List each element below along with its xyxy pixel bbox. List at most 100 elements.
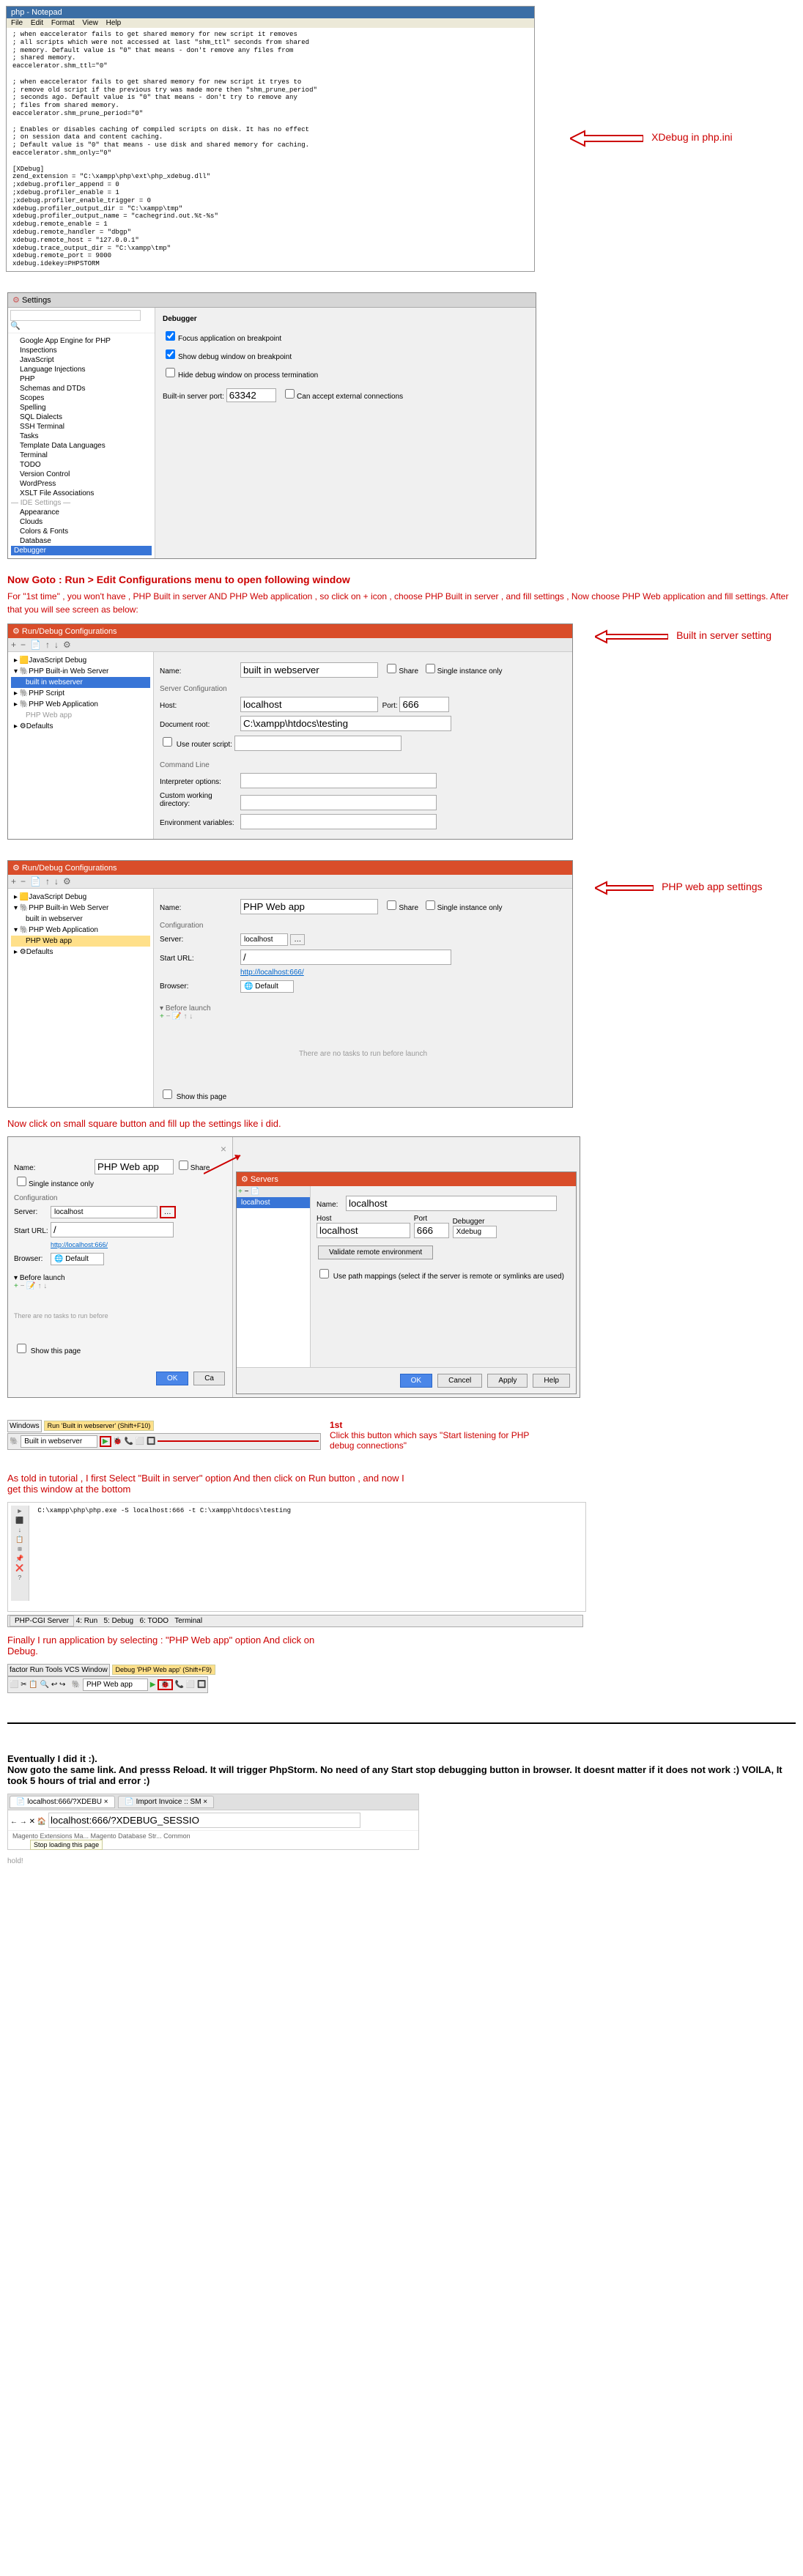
- settings-tree[interactable]: Google App Engine for PHP Inspections Ja…: [8, 333, 155, 558]
- server-select[interactable]: localhost: [240, 933, 288, 946]
- run2-run[interactable]: ▶: [150, 1681, 156, 1689]
- menu-help[interactable]: Help: [106, 19, 122, 27]
- cb-showpage[interactable]: [163, 1089, 172, 1099]
- tree-gae[interactable]: Google App Engine for PHP: [11, 336, 152, 346]
- notepad-body[interactable]: ; when eaccelerator fails to get shared …: [7, 28, 534, 271]
- host-input[interactable]: [240, 697, 378, 712]
- notepad-menu[interactable]: File Edit Format View Help: [7, 18, 534, 28]
- ide-menubar[interactable]: factor Run Tools VCS Window: [7, 1664, 110, 1676]
- address-bar[interactable]: [48, 1813, 360, 1828]
- srv-apply[interactable]: Apply: [487, 1374, 528, 1388]
- tree-defaults[interactable]: ▸ ⚙ Defaults: [11, 721, 150, 732]
- tree-db[interactable]: Database: [11, 536, 152, 546]
- interp-input[interactable]: [240, 773, 437, 788]
- browser-tabstrip[interactable]: 📄 localhost:666/?XDEBU × 📄 Import Invoic…: [8, 1794, 418, 1810]
- listen-button[interactable]: 📞: [125, 1437, 133, 1446]
- run-config-select[interactable]: Built in webserver: [21, 1435, 97, 1448]
- port-input2[interactable]: [399, 697, 449, 712]
- tree2-builtin[interactable]: built in webserver: [11, 914, 150, 925]
- tree2-phpweb[interactable]: ▾ 🐘 PHP Web Application: [11, 925, 150, 936]
- tree-vcs[interactable]: Version Control: [11, 470, 152, 479]
- settings-search[interactable]: [10, 310, 141, 321]
- run2-debug[interactable]: 🐞: [158, 1679, 172, 1690]
- tree-tasks[interactable]: Tasks: [11, 432, 152, 441]
- runcfg-tree[interactable]: ▸ 🟨 JavaScript Debug ▾ 🐘 PHP Built-in We…: [8, 652, 154, 839]
- env-input[interactable]: [240, 814, 437, 829]
- srv-name-input[interactable]: [346, 1196, 557, 1211]
- tree-sql[interactable]: SQL Dialects: [11, 412, 152, 422]
- tree-term[interactable]: Terminal: [11, 451, 152, 460]
- tab-terminal[interactable]: Terminal: [174, 1617, 202, 1625]
- menu-view[interactable]: View: [82, 19, 98, 27]
- cb-show[interactable]: [166, 349, 175, 359]
- tree-colors[interactable]: Colors & Fonts: [11, 527, 152, 536]
- tab-debug[interactable]: 5: Debug: [104, 1617, 134, 1625]
- tree-wp[interactable]: WordPress: [11, 479, 152, 489]
- tree-php[interactable]: PHP: [11, 374, 152, 384]
- tree-debugger[interactable]: Debugger: [11, 546, 152, 555]
- tree-scopes[interactable]: Scopes: [11, 393, 152, 403]
- srv-debugger[interactable]: Xdebug: [453, 1226, 497, 1238]
- tree-phpweb[interactable]: ▸ 🐘 PHP Web Application: [11, 699, 150, 710]
- port-input[interactable]: [226, 388, 276, 402]
- tree2-phpwebapp-sel[interactable]: PHP Web app: [11, 936, 150, 947]
- tree-js[interactable]: JavaScript: [11, 355, 152, 365]
- runcfg-toolbar[interactable]: +−📄↑↓⚙: [8, 638, 572, 652]
- docroot-input[interactable]: [240, 716, 451, 731]
- cb-single[interactable]: [426, 664, 435, 673]
- srv-cancel[interactable]: Cancel: [437, 1374, 482, 1388]
- validate-btn[interactable]: Validate remote environment: [318, 1246, 433, 1259]
- menu-edit[interactable]: Edit: [31, 19, 43, 27]
- tree-phpscript[interactable]: ▸ 🐘 PHP Script: [11, 688, 150, 699]
- url-link[interactable]: http://localhost:666/: [240, 969, 304, 977]
- sv-share[interactable]: [179, 1161, 188, 1170]
- runcfg2-toolbar[interactable]: +−📄↑↓⚙: [8, 875, 572, 889]
- terminal-gutter[interactable]: ▶⬛↓📋⊞📌❌?: [11, 1506, 29, 1601]
- cb-focus[interactable]: [166, 331, 175, 341]
- cb2-single[interactable]: [426, 900, 435, 910]
- tab-todo[interactable]: 6: TODO: [139, 1617, 169, 1625]
- tree-schemas[interactable]: Schemas and DTDs: [11, 384, 152, 393]
- menu-file[interactable]: File: [11, 19, 23, 27]
- router-input[interactable]: [234, 736, 402, 751]
- servers-list-item[interactable]: localhost: [237, 1197, 310, 1208]
- debug-button[interactable]: 🐞: [113, 1437, 122, 1446]
- sv-browser[interactable]: 🌐 Default: [51, 1253, 104, 1265]
- tree-inspections[interactable]: Inspections: [11, 346, 152, 355]
- tree-phpbuiltin[interactable]: ▾ 🐘 PHP Built-in Web Server: [11, 666, 150, 677]
- cb2-share[interactable]: [387, 900, 396, 910]
- tree-clouds[interactable]: Clouds: [11, 517, 152, 527]
- nav-stop[interactable]: ✕: [29, 1818, 35, 1826]
- sv-server-btn[interactable]: …: [160, 1206, 176, 1218]
- tree-appear[interactable]: Appearance: [11, 508, 152, 517]
- cb-share[interactable]: [387, 664, 396, 673]
- tree-phpwebapp[interactable]: PHP Web app: [11, 710, 150, 721]
- tree2-phpbuiltin[interactable]: ▾ 🐘 PHP Built-in Web Server: [11, 903, 150, 914]
- tree2-jsdebug[interactable]: ▸ 🟨 JavaScript Debug: [11, 892, 150, 903]
- nav-home[interactable]: 🏠: [37, 1818, 46, 1826]
- tab-run[interactable]: 4: Run: [76, 1617, 97, 1625]
- tree-todo[interactable]: TODO: [11, 460, 152, 470]
- nav-fwd[interactable]: →: [20, 1818, 27, 1826]
- name-input[interactable]: [240, 662, 378, 678]
- cwd-input[interactable]: [240, 795, 437, 810]
- run2-select[interactable]: PHP Web app: [83, 1679, 148, 1691]
- browser-select[interactable]: 🌐 Default: [240, 980, 294, 993]
- tree-xslt[interactable]: XSLT File Associations: [11, 489, 152, 498]
- terminal-tabs[interactable]: PHP-CGI Server 4: Run 5: Debug 6: TODO T…: [7, 1615, 583, 1627]
- sv-name[interactable]: [95, 1159, 174, 1174]
- name2-input[interactable]: [240, 899, 378, 914]
- cb-hide[interactable]: [166, 368, 175, 377]
- srv-help[interactable]: Help: [533, 1374, 570, 1388]
- tab-phpcgi[interactable]: PHP-CGI Server: [10, 1615, 74, 1626]
- tree-spelling[interactable]: Spelling: [11, 403, 152, 412]
- srv-port[interactable]: [414, 1223, 449, 1238]
- srv-host[interactable]: [317, 1223, 410, 1238]
- browser-tab2[interactable]: 📄 Import Invoice :: SM ×: [118, 1796, 214, 1808]
- srv-ok[interactable]: OK: [400, 1374, 432, 1388]
- cb-router[interactable]: [163, 737, 172, 747]
- windows-btn[interactable]: Windows: [7, 1420, 42, 1432]
- cb-pathmap[interactable]: [319, 1269, 329, 1278]
- cb-external[interactable]: [285, 389, 295, 399]
- nav-back[interactable]: ←: [10, 1818, 18, 1826]
